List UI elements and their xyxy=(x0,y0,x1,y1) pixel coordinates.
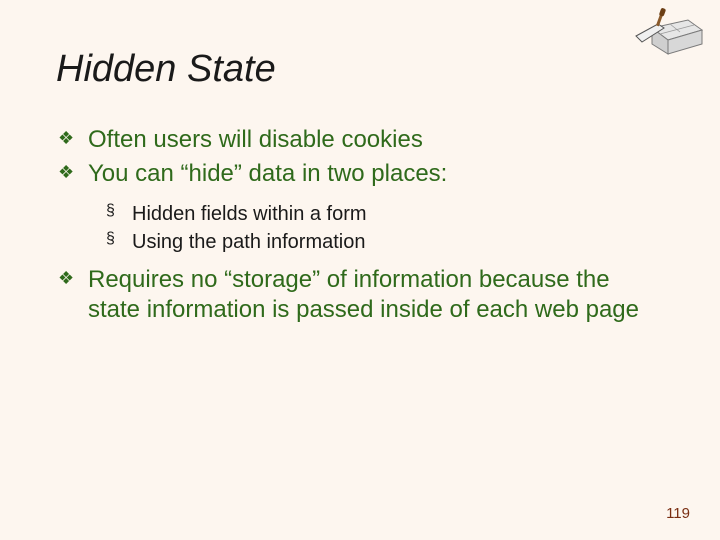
diamond-bullet-icon: ❖ xyxy=(58,127,74,150)
list-item: § Using the path information xyxy=(56,229,664,255)
bullet-text: Often users will disable cookies xyxy=(88,126,423,153)
list-item: ❖ You can “hide” data in two places: xyxy=(56,159,664,189)
square-bullet-icon: § xyxy=(106,201,115,222)
trowel-brick-icon xyxy=(628,6,706,63)
diamond-bullet-icon: ❖ xyxy=(58,161,74,184)
square-bullet-icon: § xyxy=(106,229,115,250)
spacer xyxy=(56,193,664,201)
page-number: 119 xyxy=(666,505,690,522)
list-item: ❖ Requires no “storage” of information b… xyxy=(56,265,664,325)
slide-container: Hidden State ❖ Often users will disable … xyxy=(0,0,720,540)
list-item: § Hidden fields within a form xyxy=(56,201,664,227)
bullet-text: Hidden fields within a form xyxy=(132,203,367,225)
bullet-text: You can “hide” data in two places: xyxy=(88,160,447,187)
bullet-text: Using the path information xyxy=(132,231,365,253)
spacer xyxy=(56,257,664,265)
slide-title: Hidden State xyxy=(56,48,664,91)
bullet-list: ❖ Often users will disable cookies ❖ You… xyxy=(56,125,664,325)
diamond-bullet-icon: ❖ xyxy=(58,267,74,290)
bullet-text: Requires no “storage” of information bec… xyxy=(88,266,639,323)
list-item: ❖ Often users will disable cookies xyxy=(56,125,664,155)
